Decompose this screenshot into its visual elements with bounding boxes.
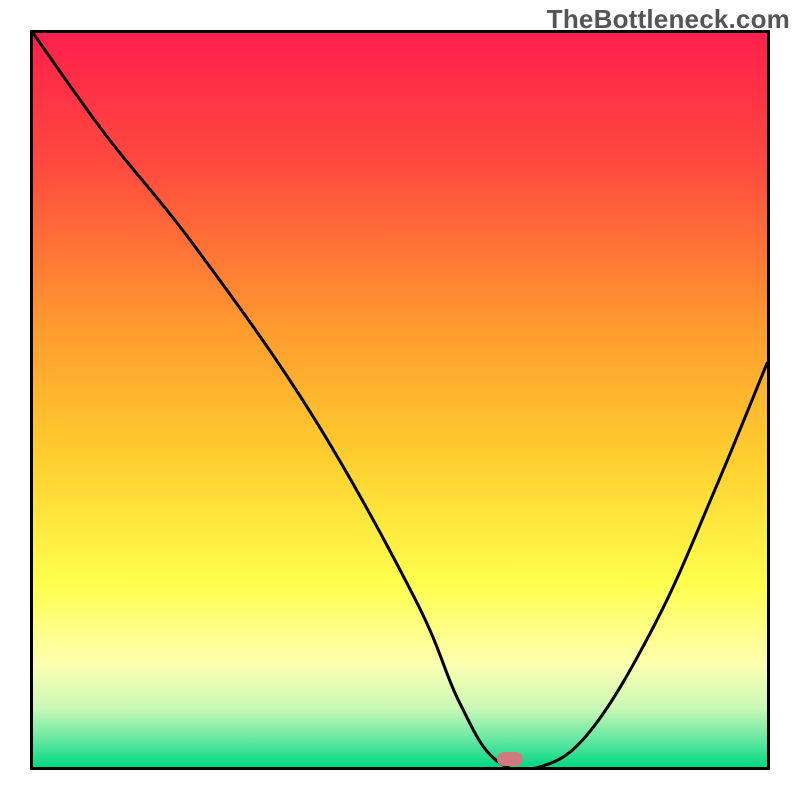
optimal-marker [497, 752, 523, 766]
heat-gradient-background [33, 33, 767, 767]
chart-stage: TheBottleneck.com [0, 0, 800, 800]
plot-area [30, 30, 770, 770]
